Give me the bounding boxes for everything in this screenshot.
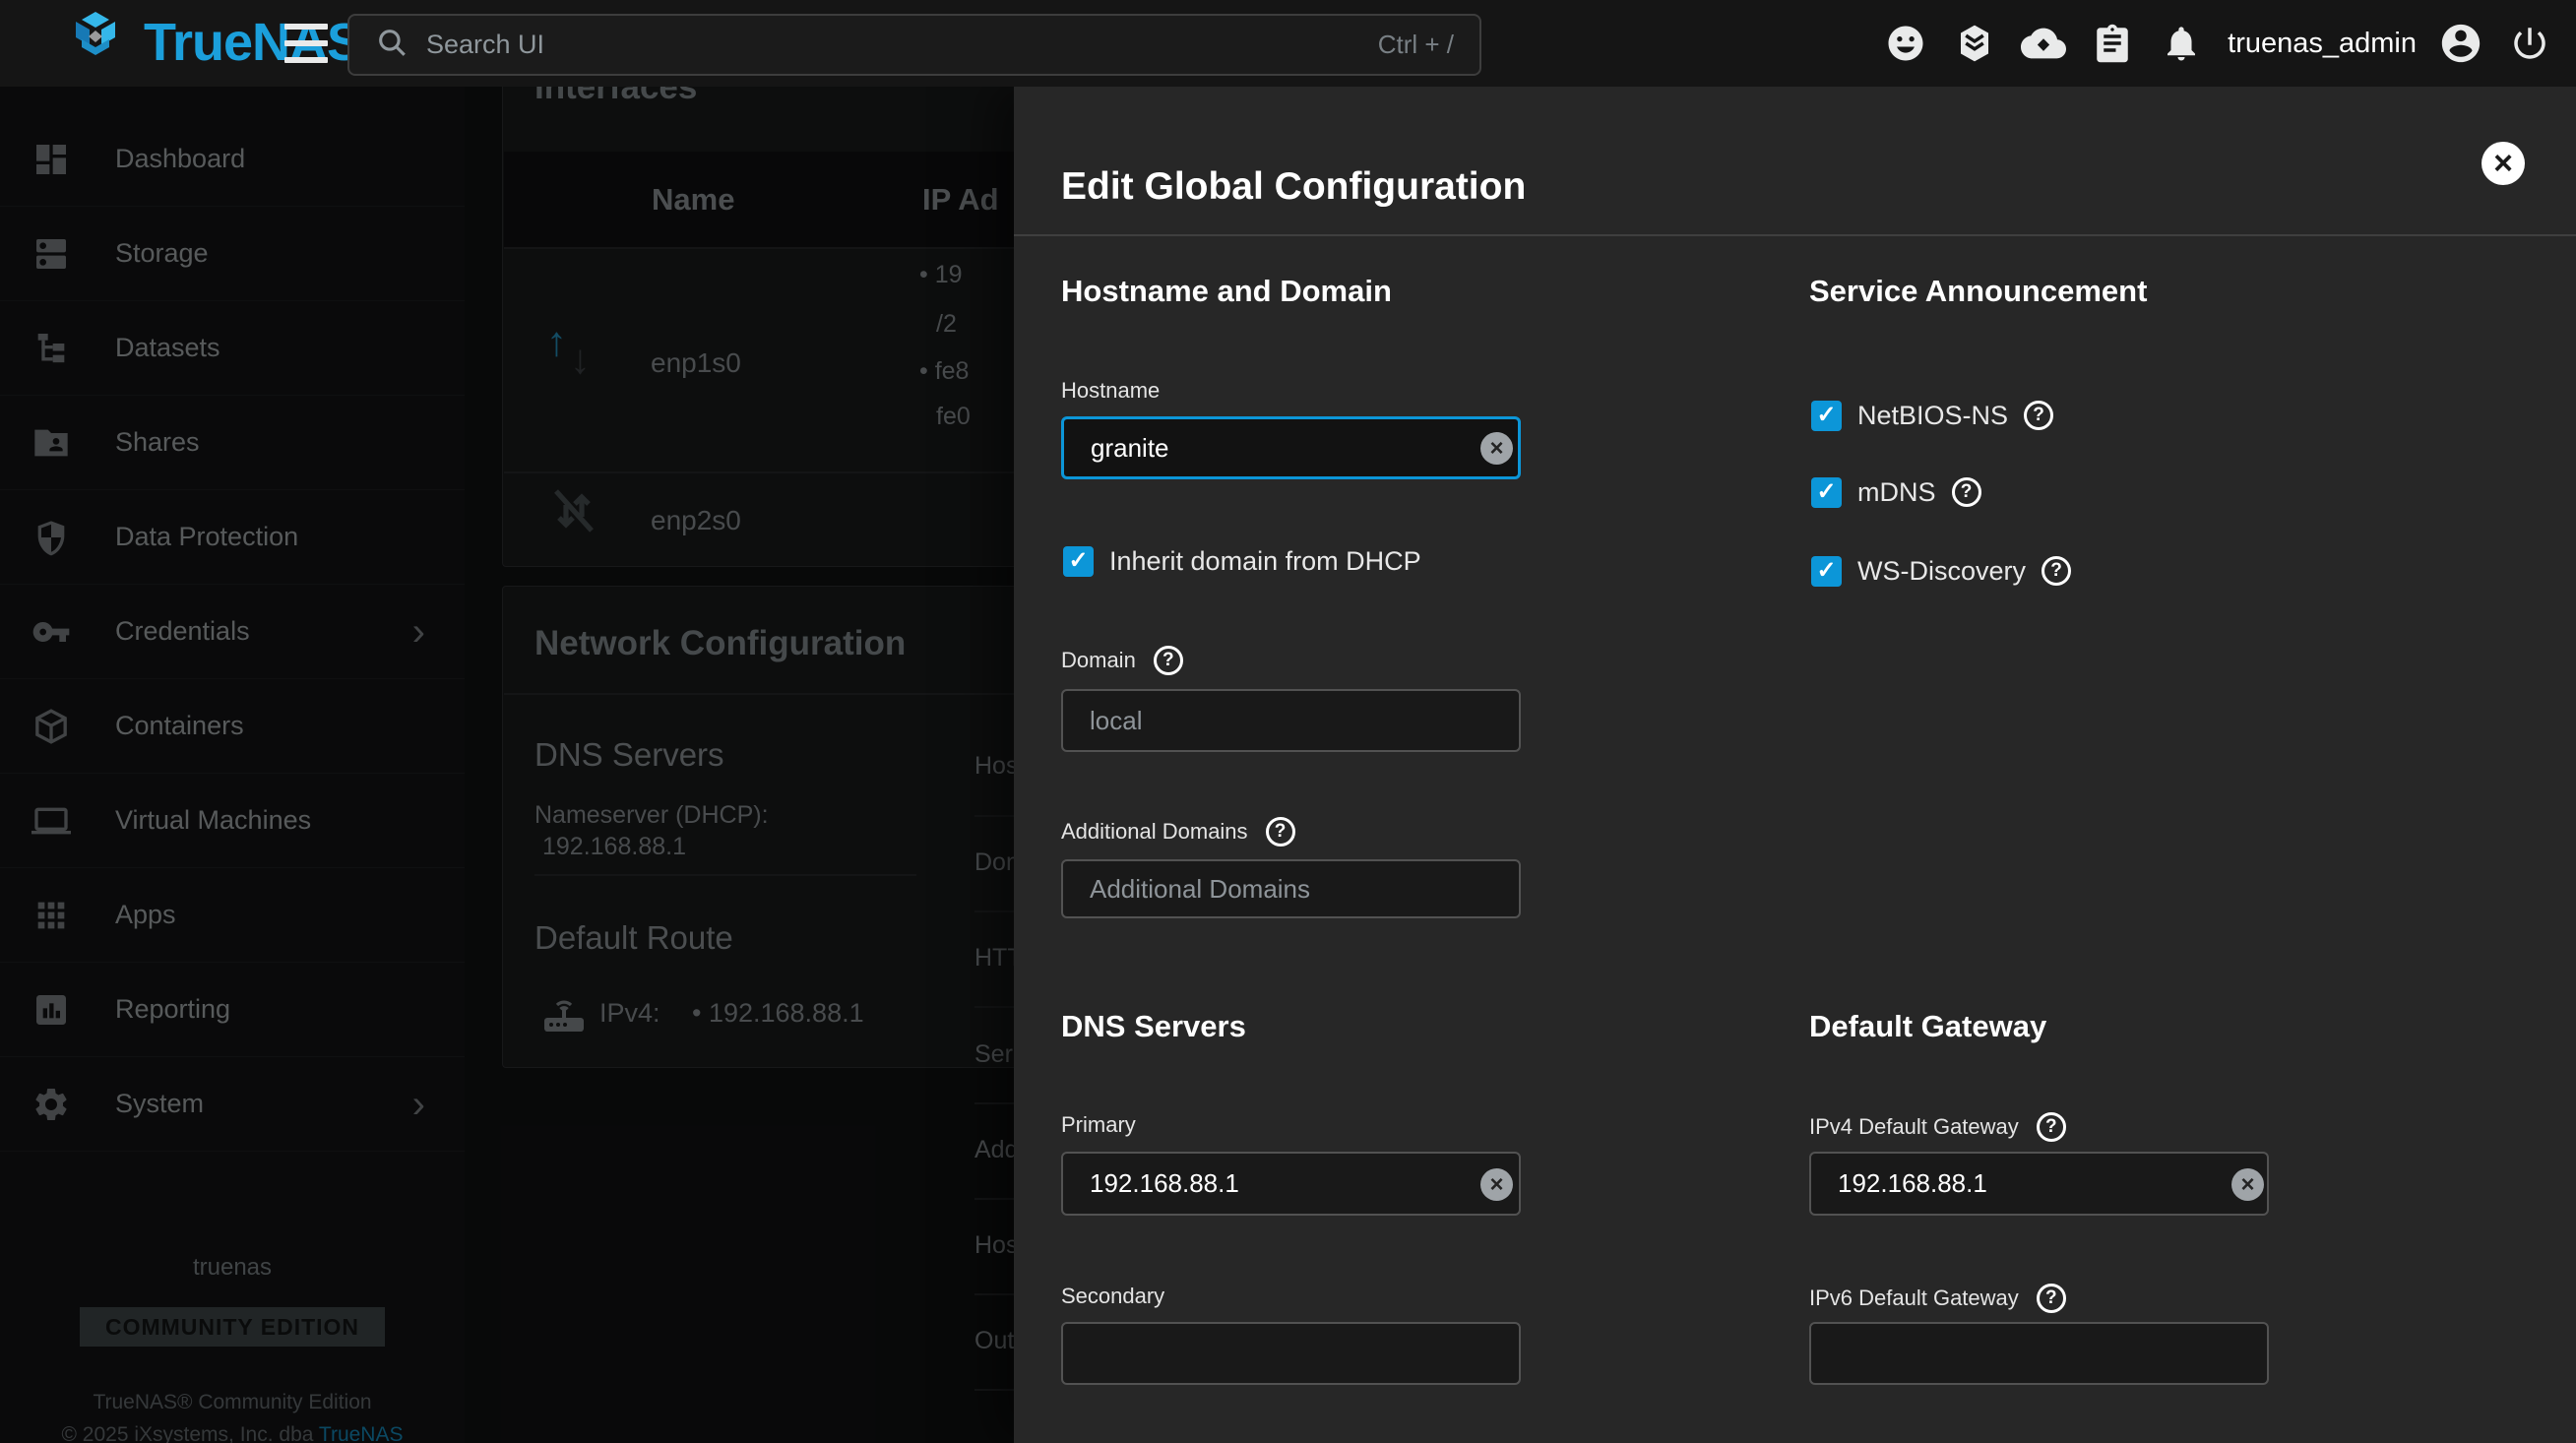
- domain-input[interactable]: [1061, 689, 1521, 752]
- menu-toggle-button[interactable]: [284, 24, 328, 63]
- domain-label: Domain: [1061, 648, 1136, 673]
- ipv4-gateway-label-row: IPv4 Default Gateway ?: [1809, 1112, 2066, 1142]
- checkbox-checked-icon[interactable]: ✓: [1811, 401, 1842, 431]
- topbar: TrueNAS Ctrl + / truenas_admin: [0, 0, 2576, 87]
- mdns-label: mDNS: [1857, 477, 1936, 508]
- section-default-gateway: Default Gateway: [1809, 1009, 2046, 1044]
- power-icon[interactable]: [2507, 21, 2552, 66]
- logo-wordmark: TrueNAS: [144, 12, 361, 73]
- domain-label-row: Domain ?: [1061, 646, 1183, 675]
- ipv6-gateway-label-row: IPv6 Default Gateway ?: [1809, 1284, 2066, 1313]
- search-input[interactable]: [424, 29, 1362, 61]
- primary-dns-input[interactable]: [1061, 1152, 1521, 1216]
- mdns-checkbox-row[interactable]: ✓ mDNS ?: [1811, 474, 1981, 510]
- search-shortcut-hint: Ctrl + /: [1378, 30, 1454, 60]
- truenas-gem-icon: [63, 12, 128, 74]
- netbios-checkbox-row[interactable]: ✓ NetBIOS-NS ?: [1811, 398, 2053, 433]
- truenas-cloud-icon[interactable]: [2021, 21, 2066, 66]
- clear-icon[interactable]: ×: [1480, 432, 1513, 465]
- section-dns-servers: DNS Servers: [1061, 1009, 1246, 1044]
- truenas-screen: Interfaces Name IP Ad ↑ ↓ enp1s0 • 19 /2…: [0, 0, 2576, 1443]
- search-icon: [375, 26, 408, 64]
- ipv4-gateway-label: IPv4 Default Gateway: [1809, 1114, 2019, 1140]
- edit-global-configuration-panel: Edit Global Configuration × Hostname and…: [1014, 87, 2576, 1443]
- hostname-label: Hostname: [1061, 378, 1160, 404]
- checkbox-checked-icon[interactable]: ✓: [1063, 546, 1094, 577]
- feedback-smiley-icon[interactable]: [1883, 21, 1928, 66]
- help-icon[interactable]: ?: [2037, 1112, 2066, 1142]
- close-icon[interactable]: ×: [2482, 142, 2525, 185]
- inherit-domain-checkbox-row[interactable]: ✓ Inherit domain from DHCP: [1063, 543, 1421, 579]
- ipv4-gateway-input[interactable]: [1809, 1152, 2269, 1216]
- secondary-dns-input[interactable]: [1061, 1322, 1521, 1385]
- secondary-dns-label: Secondary: [1061, 1284, 1164, 1309]
- ix-stack-icon[interactable]: [1952, 21, 1997, 66]
- inherit-domain-label: Inherit domain from DHCP: [1109, 546, 1421, 577]
- ipv6-gateway-input[interactable]: [1809, 1322, 2269, 1385]
- clear-icon[interactable]: ×: [1480, 1168, 1513, 1201]
- wsdiscovery-checkbox-row[interactable]: ✓ WS-Discovery ?: [1811, 553, 2071, 589]
- additional-domains-label: Additional Domains: [1061, 819, 1248, 845]
- clear-icon[interactable]: ×: [2231, 1168, 2264, 1201]
- help-icon[interactable]: ?: [1266, 817, 1295, 847]
- section-service-announcement: Service Announcement: [1809, 274, 2147, 309]
- section-hostname-and-domain: Hostname and Domain: [1061, 274, 1392, 309]
- checkbox-checked-icon[interactable]: ✓: [1811, 477, 1842, 508]
- help-icon[interactable]: ?: [1952, 477, 1981, 507]
- help-icon[interactable]: ?: [2037, 1284, 2066, 1313]
- wsdiscovery-label: WS-Discovery: [1857, 556, 2026, 587]
- netbios-label: NetBIOS-NS: [1857, 401, 2008, 431]
- username-label: truenas_admin: [2228, 28, 2417, 60]
- ipv6-gateway-label: IPv6 Default Gateway: [1809, 1286, 2019, 1311]
- topbar-actions: truenas_admin: [1883, 0, 2552, 87]
- alerts-bell-icon[interactable]: [2159, 21, 2204, 66]
- additional-domains-label-row: Additional Domains ?: [1061, 817, 1295, 847]
- panel-title: Edit Global Configuration: [1061, 165, 1526, 209]
- help-icon[interactable]: ?: [2024, 401, 2053, 430]
- checkbox-checked-icon[interactable]: ✓: [1811, 556, 1842, 587]
- avatar-icon: [2438, 21, 2483, 66]
- global-search: Ctrl + /: [347, 14, 1481, 76]
- user-menu[interactable]: truenas_admin: [2228, 21, 2483, 66]
- primary-dns-label: Primary: [1061, 1112, 1136, 1138]
- jobs-clipboard-icon[interactable]: [2090, 21, 2135, 66]
- help-icon[interactable]: ?: [1154, 646, 1183, 675]
- help-icon[interactable]: ?: [2042, 556, 2071, 586]
- hostname-input[interactable]: [1061, 416, 1521, 479]
- additional-domains-input[interactable]: [1061, 859, 1521, 918]
